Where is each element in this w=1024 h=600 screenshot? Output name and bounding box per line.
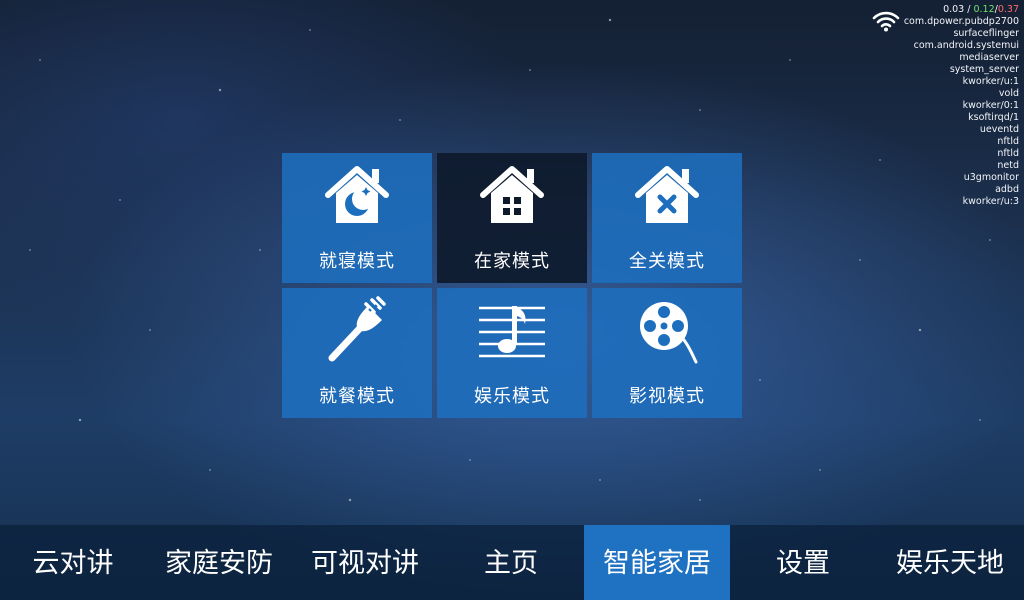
music-note-icon [479, 306, 545, 358]
process-name: kworker/0:1 [962, 100, 1019, 111]
house-x-icon [635, 166, 699, 223]
nav-home-security[interactable]: 家庭安防 [146, 525, 292, 600]
tile-label: 就寝模式 [319, 251, 395, 272]
tile-label: 娱乐模式 [474, 386, 550, 407]
tile-label: 全关模式 [629, 251, 705, 272]
nav-entertainment[interactable]: 娱乐天地 [876, 525, 1024, 600]
nav-cloud-intercom[interactable]: 云对讲 [0, 525, 146, 600]
mode-grid: 就寝模式 在家模式 全关模式 就餐模式 娱乐模式 影视模式 [282, 153, 742, 418]
process-name: mediaserver [959, 52, 1019, 63]
process-name: u3gmonitor [963, 172, 1019, 183]
process-overlay: 0.03 / 0.12/0.37 com.dpower.pubdp2700 su… [904, 4, 1019, 208]
fork-icon [328, 296, 386, 362]
tile-all-off-mode[interactable]: 全关模式 [592, 153, 742, 283]
process-name: system_server [949, 64, 1019, 75]
process-name: vold [998, 88, 1019, 99]
process-name: com.dpower.pubdp2700 [903, 16, 1019, 27]
film-reel-icon [640, 302, 698, 364]
process-name: ueventd [979, 124, 1019, 135]
process-name: com.android.systemui [913, 40, 1019, 51]
tile-cinema-mode[interactable]: 影视模式 [592, 288, 742, 418]
home-screen: 0.03 / 0.12/0.37 com.dpower.pubdp2700 su… [0, 0, 1024, 600]
process-name: nftld [997, 136, 1019, 147]
house-window-icon [480, 166, 544, 223]
load-5min: 0.12 [973, 4, 995, 15]
tile-label: 在家模式 [474, 251, 550, 272]
process-name: surfaceflinger [953, 28, 1019, 39]
nav-video-intercom[interactable]: 可视对讲 [292, 525, 438, 600]
tile-entertainment-mode[interactable]: 娱乐模式 [437, 288, 587, 418]
house-moon-icon [325, 166, 389, 223]
process-name: nftld [997, 148, 1019, 159]
wifi-icon [872, 11, 900, 32]
nav-smart-home[interactable]: 智能家居 [584, 525, 730, 600]
process-name: adbd [995, 184, 1019, 195]
process-name: kworker/u:3 [962, 196, 1019, 207]
tile-dining-mode[interactable]: 就餐模式 [282, 288, 432, 418]
load-average: 0.03 / 0.12/0.37 [904, 4, 1019, 16]
nav-home[interactable]: 主页 [438, 525, 584, 600]
tile-sleep-mode[interactable]: 就寝模式 [282, 153, 432, 283]
process-name: ksoftirqd/1 [968, 112, 1019, 123]
nav-settings[interactable]: 设置 [730, 525, 876, 600]
tile-label: 影视模式 [629, 386, 705, 407]
process-name: kworker/u:1 [962, 76, 1019, 87]
load-15min: 0.37 [997, 4, 1019, 15]
process-name: netd [997, 160, 1019, 171]
load-1min: 0.03 / [943, 4, 971, 15]
tile-label: 就餐模式 [319, 386, 395, 407]
tile-home-mode[interactable]: 在家模式 [437, 153, 587, 283]
bottom-nav: 云对讲 家庭安防 可视对讲 主页 智能家居 设置 娱乐天地 [0, 525, 1024, 600]
